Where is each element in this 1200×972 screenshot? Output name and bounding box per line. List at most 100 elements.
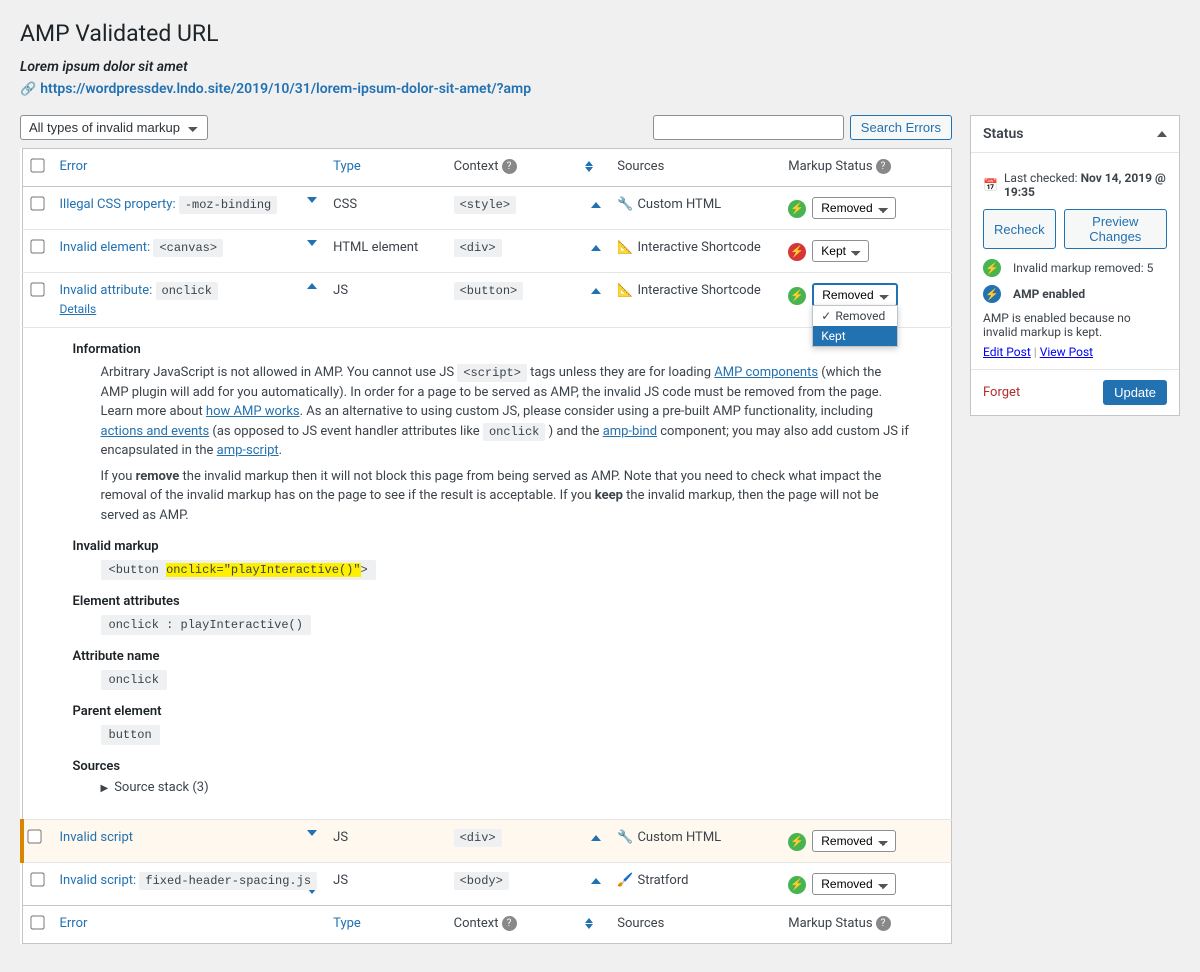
filter-markup-type[interactable]: All types of invalid markup — [20, 115, 208, 140]
toggle-arrow-icon[interactable] — [307, 830, 317, 836]
source-name: Stratford — [637, 873, 688, 888]
col-status: Markup Status — [788, 159, 872, 174]
link-amp-script[interactable]: amp-script — [217, 443, 279, 458]
col-context-foot: Context — [454, 916, 499, 931]
error-row: Invalid attribute: onclick Details JS <butt… — [22, 273, 952, 328]
source-name: Interactive Shortcode — [637, 283, 760, 298]
status-option-removed[interactable]: ✓Removed — [813, 306, 897, 326]
invalid-markup-code: <button onclick="playInteractive()"> — [101, 560, 376, 580]
col-error[interactable]: Error — [60, 159, 88, 174]
status-bolt-icon: ⚡ — [788, 243, 806, 261]
amp-reason: AMP is enabled because no invalid markup… — [983, 311, 1167, 339]
status-select[interactable]: Removed — [812, 873, 896, 895]
removed-bolt-icon: ⚡ — [983, 259, 1001, 277]
view-post-link[interactable]: View Post — [1040, 345, 1093, 359]
col-type[interactable]: Type — [333, 159, 361, 174]
row-checkbox[interactable] — [30, 872, 44, 886]
search-input[interactable] — [653, 115, 844, 140]
error-type: CSS — [325, 187, 445, 230]
error-context: <div> — [454, 239, 502, 257]
element-attributes-heading: Element attributes — [73, 594, 912, 609]
context-arrow-icon[interactable] — [591, 202, 601, 208]
toggle-arrow-icon[interactable] — [307, 197, 317, 203]
source-name: Interactive Shortcode — [637, 240, 760, 255]
preview-changes-button[interactable]: Preview Changes — [1064, 209, 1167, 249]
col-type-foot[interactable]: Type — [333, 916, 361, 931]
row-checkbox[interactable] — [30, 282, 44, 296]
error-title[interactable]: Invalid script: — [60, 873, 137, 888]
status-option-kept[interactable]: Kept — [813, 326, 897, 346]
error-title[interactable]: Invalid attribute: — [60, 283, 153, 298]
validated-url-link[interactable]: https://wordpressdev.lndo.site/2019/10/3… — [40, 81, 531, 97]
page-title: AMP Validated URL — [20, 20, 1180, 47]
help-icon[interactable]: ? — [876, 159, 891, 174]
source-name: Custom HTML — [637, 197, 721, 212]
link-how-amp-works[interactable]: how AMP works — [206, 404, 300, 419]
details-link[interactable]: Details — [60, 302, 97, 316]
col-sources: Sources — [617, 159, 664, 174]
removed-count: Invalid markup removed: 5 — [1013, 261, 1153, 275]
status-select[interactable]: Removed — [812, 197, 896, 219]
chevron-up-icon[interactable] — [1157, 131, 1167, 137]
error-type: JS — [325, 820, 445, 863]
source-icon: 📐 — [617, 283, 633, 298]
help-icon[interactable]: ? — [502, 159, 517, 174]
row-checkbox[interactable] — [30, 239, 44, 253]
recheck-button[interactable]: Recheck — [983, 209, 1056, 249]
edit-post-link[interactable]: Edit Post — [983, 345, 1031, 359]
parent-element-value: button — [101, 725, 160, 745]
col-sources-foot: Sources — [617, 916, 664, 931]
attribute-name-value: onclick — [101, 670, 167, 690]
disclosure-icon[interactable]: ▶ — [101, 783, 109, 794]
col-error-foot[interactable]: Error — [60, 916, 88, 931]
error-title[interactable]: Invalid script — [60, 830, 134, 845]
error-type: JS — [325, 273, 445, 328]
error-details-row: InformationArbitrary JavaScript is not a… — [22, 328, 952, 820]
select-all-checkbox[interactable] — [30, 158, 44, 172]
update-button[interactable]: Update — [1103, 380, 1167, 405]
context-arrow-icon[interactable] — [591, 878, 601, 884]
error-row: Invalid scriptJS<div>🔧Custom HTML⚡Remove… — [22, 820, 952, 863]
status-bolt-icon: ⚡ — [788, 200, 806, 218]
source-icon: 🔧 — [617, 197, 633, 212]
toggle-arrow-icon[interactable] — [307, 283, 317, 289]
source-stack[interactable]: Source stack (3) — [114, 780, 208, 795]
error-row: Invalid script: fixed-header-spacing.jsJ… — [22, 863, 952, 906]
col-status-foot: Markup Status — [788, 916, 872, 931]
link-actions-events[interactable]: actions and events — [101, 424, 210, 439]
status-select[interactable]: Removed — [812, 830, 896, 852]
info-heading: Information — [73, 342, 912, 357]
toggle-arrow-icon[interactable] — [307, 240, 317, 246]
amp-enabled: AMP enabled — [1013, 287, 1085, 301]
search-button[interactable]: Search Errors — [850, 115, 952, 140]
row-checkbox[interactable] — [30, 196, 44, 210]
error-context: <button> — [454, 282, 524, 300]
sort-icon-foot[interactable] — [585, 918, 593, 929]
select-all-checkbox-foot[interactable] — [30, 915, 44, 929]
context-arrow-icon[interactable] — [591, 835, 601, 841]
error-row: Illegal CSS property: -moz-bindingCSS<st… — [22, 187, 952, 230]
col-context: Context — [454, 159, 499, 174]
error-code: onclick — [156, 282, 218, 300]
forget-link[interactable]: Forget — [983, 385, 1020, 400]
link-amp-bind[interactable]: amp-bind — [603, 424, 657, 439]
context-arrow-icon[interactable] — [591, 245, 601, 251]
source-icon: 📐 — [617, 240, 633, 255]
element-attributes-value: onclick : playInteractive() — [101, 615, 311, 635]
error-title[interactable]: Invalid element: — [60, 240, 151, 255]
error-title[interactable]: Illegal CSS property: — [60, 197, 176, 212]
sort-icon[interactable] — [585, 161, 593, 172]
last-checked-label: Last checked: — [1004, 171, 1081, 185]
error-type: JS — [325, 863, 445, 906]
status-bolt-icon: ⚡ — [788, 287, 806, 305]
status-select[interactable]: Removed — [812, 283, 898, 307]
error-code: -moz-binding — [179, 196, 277, 214]
row-checkbox[interactable] — [27, 829, 41, 843]
help-icon[interactable]: ? — [876, 916, 891, 931]
status-postbox: Status 📅Last checked: Nov 14, 2019 @ 19:… — [970, 115, 1180, 416]
context-arrow-icon[interactable] — [591, 288, 601, 294]
link-amp-components[interactable]: AMP components — [714, 365, 818, 380]
status-select[interactable]: Kept — [812, 240, 869, 262]
source-name: Custom HTML — [637, 830, 721, 845]
help-icon[interactable]: ? — [502, 916, 517, 931]
